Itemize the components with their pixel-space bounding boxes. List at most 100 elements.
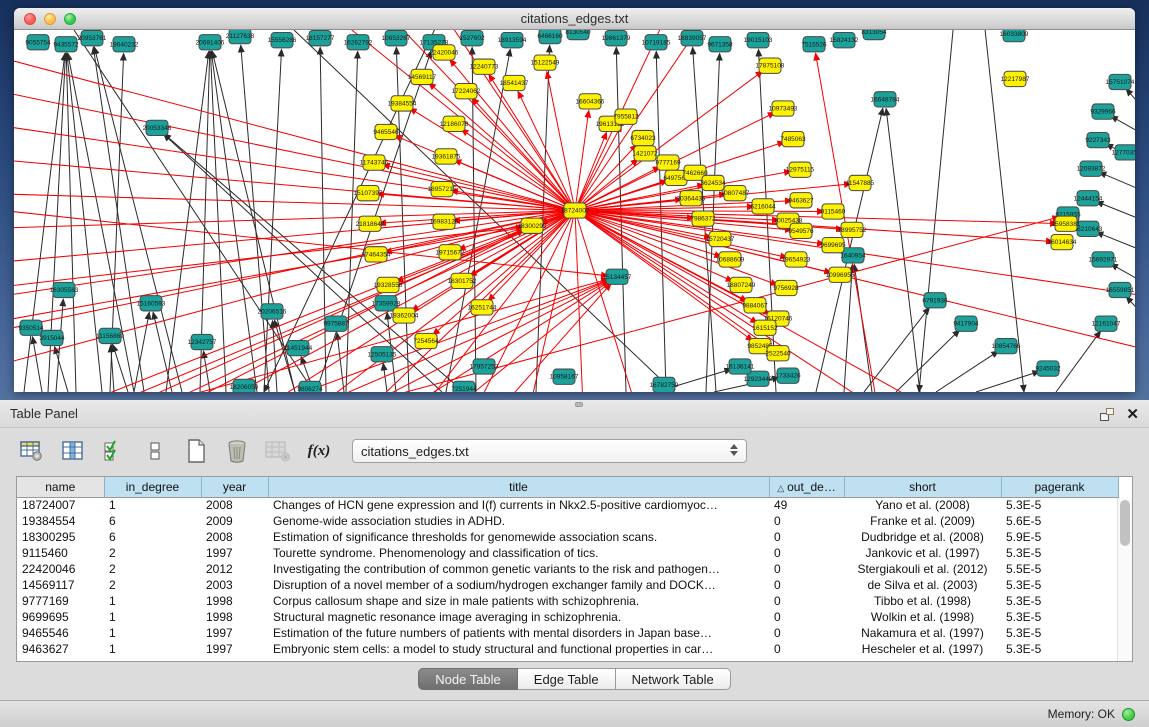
network-node[interactable]: 11451944 — [284, 341, 313, 356]
cell-year[interactable]: 2009 — [201, 513, 268, 529]
cell-name[interactable]: 18300295 — [17, 529, 104, 545]
network-node[interactable]: 9884067 — [742, 298, 768, 313]
tab-node-table[interactable]: Node Table — [418, 668, 518, 690]
network-node[interactable]: 9055754 — [25, 35, 51, 50]
network-node[interactable]: 21818642 — [356, 216, 385, 231]
network-node[interactable]: 12975115 — [786, 162, 815, 177]
cell-title[interactable]: Disruption of a novel member of a sodium… — [268, 577, 769, 593]
network-node[interactable]: 19640232 — [110, 37, 139, 52]
table-row[interactable]: 946554611997Estimation of the future num… — [17, 625, 1118, 641]
table-row[interactable]: 2242004622012Investigating the contribut… — [17, 561, 1118, 577]
network-node[interactable]: 18300295 — [518, 218, 547, 233]
table-row[interactable]: 969969511998Structural magnetic resonanc… — [17, 609, 1118, 625]
cell-name[interactable]: 9463627 — [17, 641, 104, 657]
network-node[interactable]: 10653267 — [382, 31, 411, 46]
table-vertical-scrollbar[interactable] — [1117, 498, 1132, 661]
cell-name[interactable]: 14569117 — [17, 577, 104, 593]
cell-year[interactable]: 1997 — [201, 545, 268, 561]
table-row[interactable]: 946362711997Embryonic stem cells: a mode… — [17, 641, 1118, 657]
column-header-title[interactable]: title — [268, 477, 769, 497]
network-node[interactable]: 16305583 — [50, 282, 79, 297]
cell-in_degree[interactable]: 2 — [104, 561, 201, 577]
cell-title[interactable]: Changes of HCN gene expression and I(f) … — [268, 497, 769, 513]
network-node[interactable]: 18724007 — [561, 203, 590, 218]
network-node[interactable]: 6734023 — [630, 130, 656, 145]
function-builder-button[interactable]: f(x) — [305, 437, 333, 465]
network-node[interactable]: 18913594 — [498, 33, 527, 48]
cell-in_degree[interactable]: 2 — [104, 545, 201, 561]
cell-short[interactable]: Tibbo et al. (1998) — [844, 593, 1001, 609]
delete-table-button[interactable] — [264, 437, 292, 465]
network-node[interactable]: 19715672 — [436, 245, 465, 260]
delete-column-button[interactable] — [223, 437, 251, 465]
table-mode-button[interactable] — [18, 437, 46, 465]
network-node[interactable]: 12240773 — [470, 59, 499, 74]
network-node[interactable]: 17875108 — [756, 58, 785, 73]
network-window-titlebar[interactable]: citations_edges.txt — [14, 8, 1135, 30]
network-node[interactable]: 9435572 — [53, 37, 79, 52]
network-node[interactable]: 9329966 — [1090, 104, 1116, 119]
network-node[interactable]: 16604366 — [576, 94, 605, 109]
cell-name[interactable]: 9777169 — [17, 593, 104, 609]
select-columns-button[interactable] — [100, 437, 128, 465]
table-row[interactable]: 1872400712008Changes of HCN gene express… — [17, 497, 1118, 513]
network-node[interactable]: 10854766 — [992, 338, 1021, 353]
network-node[interactable]: 10688609 — [716, 252, 745, 267]
tab-edge-table[interactable]: Edge Table — [518, 668, 616, 690]
network-node[interactable]: 16782759 — [650, 377, 679, 392]
network-node[interactable]: 16251744 — [468, 300, 497, 315]
network-node[interactable]: 1615152 — [752, 320, 778, 335]
network-node[interactable]: 18957215 — [428, 181, 457, 196]
cell-short[interactable]: Stergiakouli et al. (2012) — [844, 561, 1001, 577]
cell-out_degree[interactable]: 0 — [769, 609, 844, 625]
network-node[interactable]: 15134457 — [603, 269, 632, 284]
cell-name[interactable]: 9465546 — [17, 625, 104, 641]
network-node[interactable]: 9671358 — [707, 37, 733, 52]
cell-pagerank[interactable]: 5.5E-5 — [1001, 561, 1118, 577]
cell-pagerank[interactable]: 5.3E-5 — [1001, 641, 1118, 657]
network-node[interactable]: 9756928 — [773, 280, 799, 295]
table-row[interactable]: 977716911998Corpus callosum shape and si… — [17, 593, 1118, 609]
cell-year[interactable]: 2012 — [201, 561, 268, 577]
cell-year[interactable]: 2003 — [201, 577, 268, 593]
network-node[interactable]: 3915044 — [39, 330, 65, 345]
table-row[interactable]: 1456911722003Disruption of a novel membe… — [17, 577, 1118, 593]
network-node[interactable]: 19361875 — [432, 149, 461, 164]
network-node[interactable]: 21127638 — [226, 30, 255, 44]
cell-in_degree[interactable]: 2 — [104, 577, 201, 593]
network-node[interactable]: 11547885 — [846, 175, 875, 190]
network-node[interactable]: 9115460 — [821, 204, 846, 219]
cell-out_degree[interactable]: 0 — [769, 561, 844, 577]
table-row[interactable]: 1938455462009Genome-wide association stu… — [17, 513, 1118, 529]
cell-short[interactable]: Franke et al. (2009) — [844, 513, 1001, 529]
network-node[interactable]: 16262792 — [344, 35, 373, 50]
close-window-button[interactable] — [24, 13, 36, 25]
cell-in_degree[interactable]: 1 — [104, 641, 201, 657]
cell-short[interactable]: Jankovic et al. (1997) — [844, 545, 1001, 561]
network-node[interactable]: 16014634 — [1048, 234, 1077, 249]
table-selector-dropdown[interactable]: citations_edges.txt — [352, 439, 747, 463]
column-header-in_degree[interactable]: in_degree — [104, 477, 201, 497]
cell-in_degree[interactable]: 6 — [104, 529, 201, 545]
network-node[interactable]: 10996955 — [826, 267, 855, 282]
column-header-name[interactable]: name — [17, 477, 104, 497]
cell-short[interactable]: Wolkin et al. (1998) — [844, 609, 1001, 625]
network-node[interactable]: 18206050 — [230, 379, 259, 392]
network-node[interactable]: 6216044 — [750, 199, 776, 214]
network-node[interactable]: 15160593 — [137, 296, 166, 311]
cell-year[interactable]: 2008 — [201, 529, 268, 545]
cell-title[interactable]: Structural magnetic resonance image aver… — [268, 609, 769, 625]
network-node[interactable]: 19654923 — [782, 252, 811, 267]
network-node[interactable]: 16136141 — [726, 359, 755, 374]
network-node[interactable]: 6791936 — [922, 293, 948, 308]
table-row[interactable]: 911546021997Tourette syndrome. Phenomeno… — [17, 545, 1118, 561]
network-node[interactable]: 6466160 — [537, 30, 563, 44]
network-node[interactable]: 20364436 — [677, 191, 706, 206]
network-node[interactable]: 19362004 — [390, 308, 419, 323]
network-node[interactable]: 14569117 — [408, 69, 437, 84]
network-node[interactable]: 10719185 — [642, 35, 671, 50]
cell-pagerank[interactable]: 5.3E-5 — [1001, 497, 1118, 513]
cell-year[interactable]: 1997 — [201, 641, 268, 657]
cell-in_degree[interactable]: 1 — [104, 609, 201, 625]
cell-short[interactable]: Yano et al. (2008) — [844, 497, 1001, 513]
